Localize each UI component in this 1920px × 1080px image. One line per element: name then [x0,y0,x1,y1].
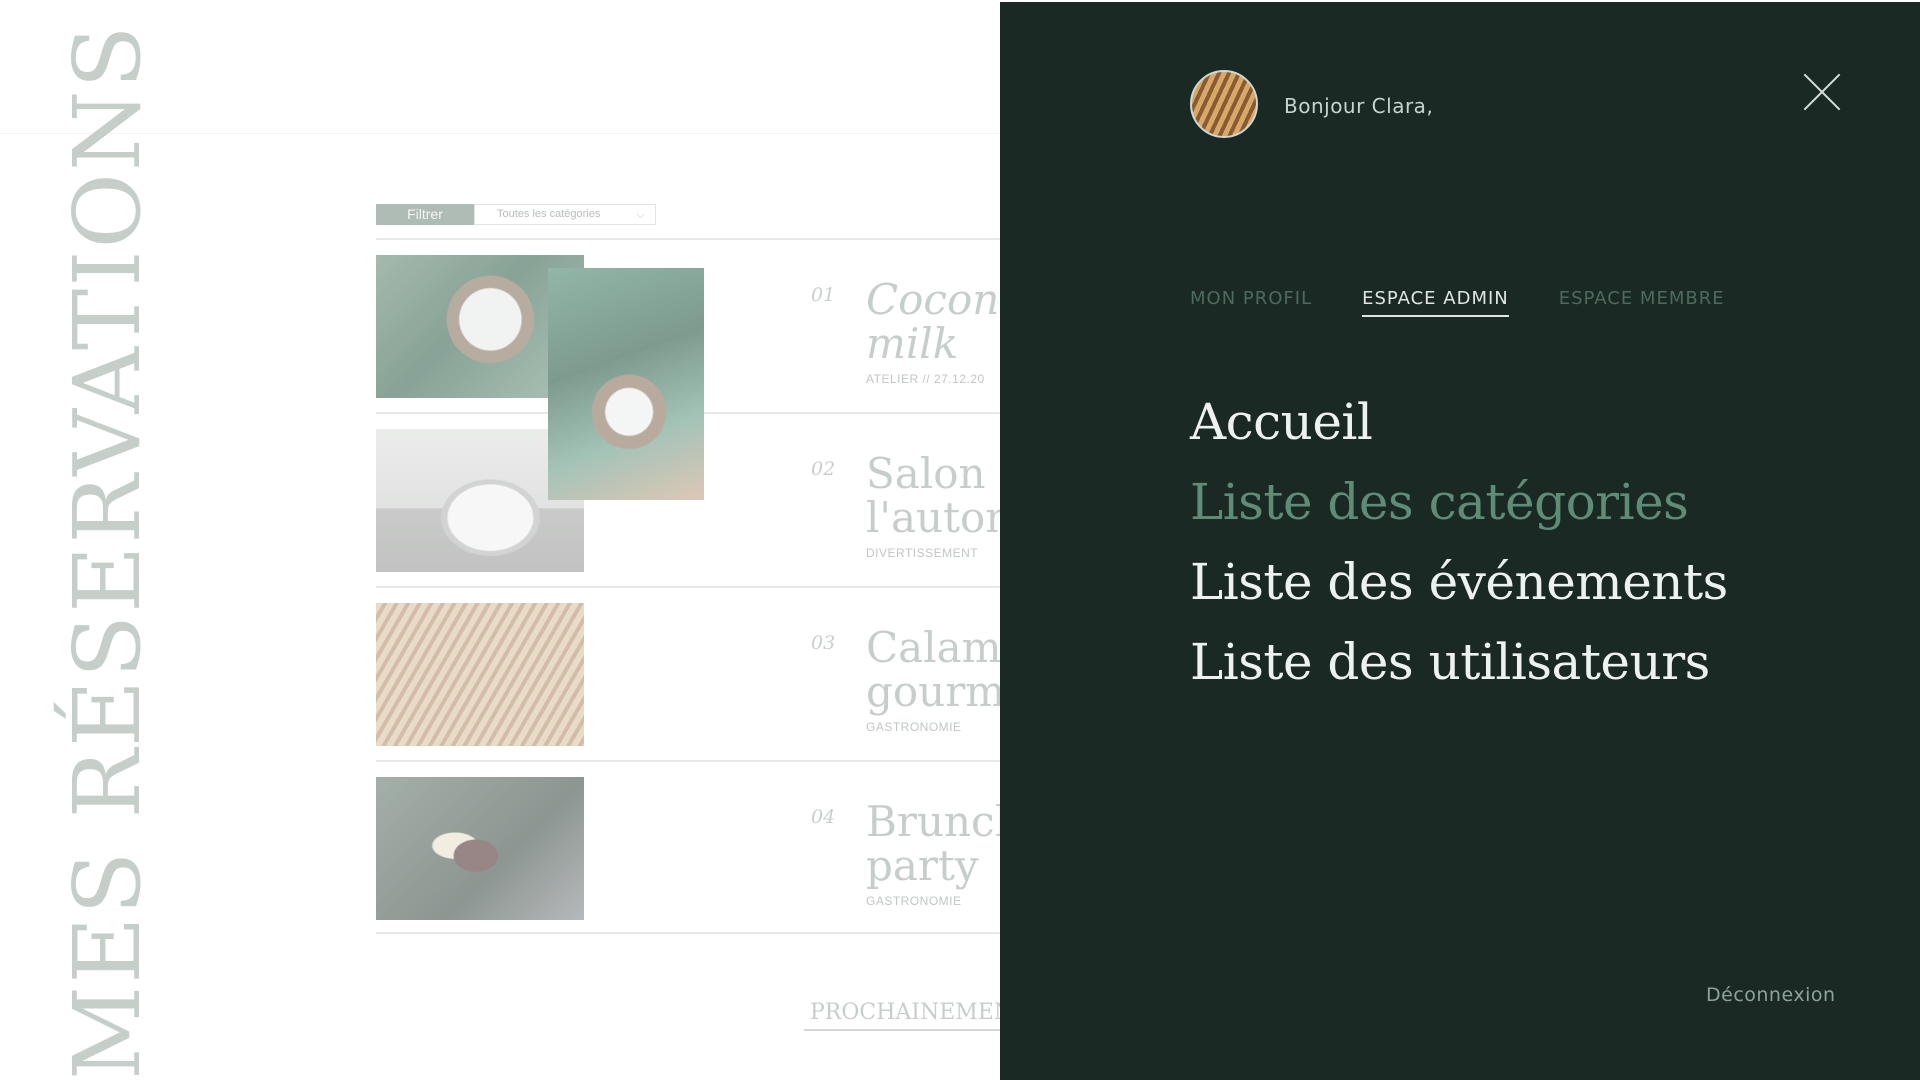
reservations-page: MES RÉSERVATIONS Filtrer Toutes les caté… [0,0,1000,1080]
nav-item-categories[interactable]: Liste des catégories [1190,462,1728,542]
event-row[interactable]: 04 Brunch party GASTRONOMIE [376,760,1000,934]
close-icon[interactable] [1804,74,1840,110]
nav-item-utilisateurs[interactable]: Liste des utilisateurs [1190,622,1728,702]
tab-espace-admin[interactable]: ESPACE ADMIN [1362,288,1509,317]
event-meta: ATELIER // 27.12.20 [866,372,985,386]
event-title[interactable]: Coconut milk [866,278,1000,366]
nav-item-accueil[interactable]: Accueil [1190,382,1728,462]
event-number: 02 [811,458,836,480]
event-meta: DIVERTISSEMENT [866,546,979,560]
event-number: 03 [811,632,836,654]
category-select-value: Toutes les catégories [497,208,601,220]
event-meta: GASTRONOMIE [866,720,962,734]
event-number: 04 [811,806,836,828]
logout-link[interactable]: Déconnexion [1706,984,1836,1006]
filter-button[interactable]: Filtrer [376,204,474,225]
filter-bar: Filtrer Toutes les catégories ⌵ [376,204,656,225]
tab-espace-membre[interactable]: ESPACE MEMBRE [1559,288,1725,317]
chevron-down-icon: ⌵ [636,209,645,221]
page-title: MES RÉSERVATIONS [54,23,161,1080]
event-number: 01 [811,284,836,306]
menu-tabs: MON PROFIL ESPACE ADMIN ESPACE MEMBRE [1190,288,1775,317]
avatar[interactable] [1190,70,1258,138]
event-meta: GASTRONOMIE [866,894,962,908]
wine-image [376,777,584,920]
side-menu-panel: Bonjour Clara, MON PROFIL ESPACE ADMIN E… [1000,2,1920,1080]
greeting-text: Bonjour Clara, [1284,94,1434,118]
event-title[interactable]: Salon de l'automobile [866,452,1000,540]
nav-item-evenements[interactable]: Liste des événements [1190,542,1728,622]
tab-mon-profil[interactable]: MON PROFIL [1190,288,1312,317]
event-title[interactable]: Brunch party [866,800,1000,888]
event-title[interactable]: Calamars gourmets [866,626,1000,714]
upcoming-link[interactable]: PROCHAINEMENT [804,1000,1000,1031]
event-row[interactable]: 03 Calamars gourmets GASTRONOMIE [376,586,1000,760]
category-select[interactable]: Toutes les catégories ⌵ [474,204,656,225]
skewers-image [376,603,584,746]
admin-nav: Accueil Liste des catégories Liste des é… [1190,382,1728,702]
hover-preview-image [548,268,704,500]
